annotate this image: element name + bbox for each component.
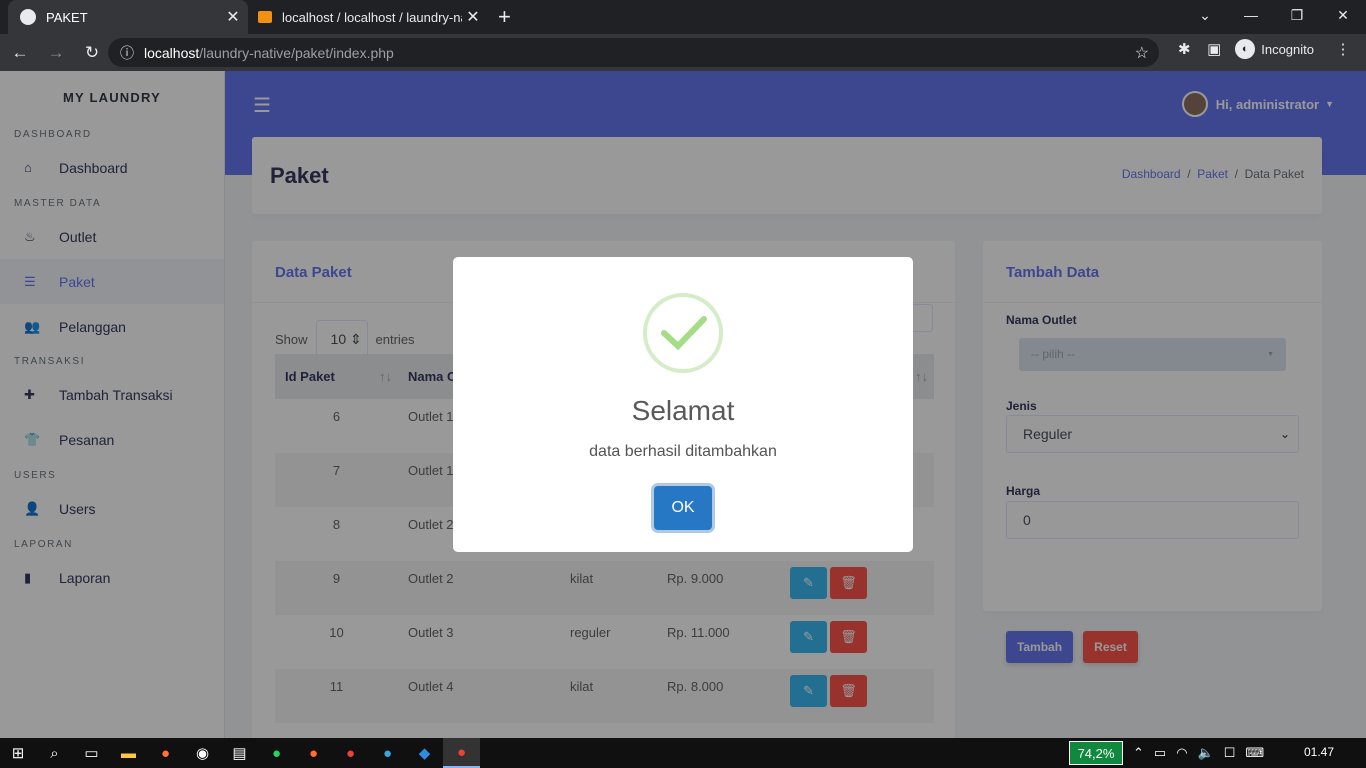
file-explorer-icon[interactable]: ▬ [110,745,147,762]
notification-icon[interactable]: ☐ [1224,745,1236,761]
tab-title: localhost / localhost / laundry-na [282,9,462,25]
search-icon[interactable]: ⌕ [36,745,73,762]
site-info-icon[interactable]: ⓘ [120,43,134,63]
browser-tab-phpmyadmin[interactable]: localhost / localhost / laundry-na ✕ [250,0,488,34]
url-path: /laundry-native/paket/index.php [199,44,394,61]
postman-icon[interactable]: ● [295,745,332,762]
app-icon[interactable]: ◉ [184,744,221,762]
bookmark-star-icon[interactable]: ☆ [1135,43,1149,63]
whatsapp-icon[interactable]: ● [258,745,295,762]
close-window-icon[interactable]: ✕ [1320,0,1366,34]
keyboard-icon[interactable]: ⌨ [1245,745,1264,761]
menu-dots-icon[interactable]: ⋮ [1328,40,1358,58]
success-dialog: Selamat data berhasil ditambahkan OK [453,257,913,552]
photos-icon[interactable]: ▤ [221,744,258,762]
success-check-icon [643,293,723,373]
edge-icon[interactable]: ● [369,745,406,762]
web-page: ☰ Hi, administrator ▼ MY LAUNDRY DASHBOA… [0,71,1366,738]
chevron-up-icon[interactable]: ⌃ [1133,745,1144,761]
close-tab-icon[interactable]: ✕ [222,7,244,27]
browser-tab-paket[interactable]: PAKET ✕ [8,0,248,34]
close-tab-icon[interactable]: ✕ [462,7,484,27]
firefox-icon[interactable]: ● [147,745,184,762]
windows-taskbar: ⊞ ⌕ ▭ ▬ ● ◉ ▤ ● ● ● ● ◆ ● 74,2% ⌃ ▭ ◠ 🔈 … [0,738,1366,768]
battery-indicator[interactable]: 74,2% [1069,741,1123,765]
side-panel-icon[interactable]: ▣ [1199,40,1229,58]
tab-search-icon[interactable]: ⌄ [1182,0,1228,34]
chrome-active-icon[interactable]: ● [443,738,480,768]
back-icon[interactable]: ← [4,43,36,63]
forward-icon[interactable]: → [40,43,72,63]
battery-icon[interactable]: ▭ [1154,745,1166,761]
dialog-message: data berhasil ditambahkan [589,443,777,460]
dialog-title: Selamat [631,395,735,426]
window-controls: ⌄ — ❐ ✕ [1182,0,1366,34]
address-bar[interactable]: ⓘ localhost/laundry-native/paket/index.p… [108,38,1159,67]
system-tray: ⌃ ▭ ◠ 🔈 ☐ ⌨ [1133,738,1264,768]
volume-icon[interactable]: 🔈 [1198,745,1214,761]
browser-tab-strip: PAKET ✕ localhost / localhost / laundry-… [0,0,1366,34]
reload-icon[interactable]: ↻ [76,43,108,63]
minimize-icon[interactable]: — [1228,0,1274,34]
ok-button[interactable]: OK [654,486,712,530]
toolbar-right: ✱ ▣ ◐ Incognito ⋮ [1169,39,1358,59]
chrome-icon[interactable]: ● [332,745,369,762]
new-tab-icon[interactable]: + [498,4,511,30]
modal-backdrop[interactable]: Selamat data berhasil ditambahkan OK [0,71,1366,738]
url-host: localhost [144,44,200,61]
vscode-icon[interactable]: ◆ [406,744,443,762]
incognito-icon: ◐ [1235,39,1256,59]
windows-start-icon[interactable]: ⊞ [0,744,36,762]
phpmyadmin-favicon-icon [258,11,272,23]
wifi-icon[interactable]: ◠ [1176,745,1187,761]
incognito-profile[interactable]: ◐ Incognito [1235,39,1314,59]
profile-label: Incognito [1261,41,1314,57]
task-view-icon[interactable]: ▭ [73,744,110,762]
chrome-favicon-icon [20,9,36,25]
clock[interactable]: 01.47 [1304,745,1334,759]
tab-title: PAKET [46,9,88,25]
extensions-icon[interactable]: ✱ [1169,40,1199,58]
restore-icon[interactable]: ❐ [1274,0,1320,34]
browser-toolbar: ← → ↻ ⓘ localhost/laundry-native/paket/i… [0,34,1366,71]
